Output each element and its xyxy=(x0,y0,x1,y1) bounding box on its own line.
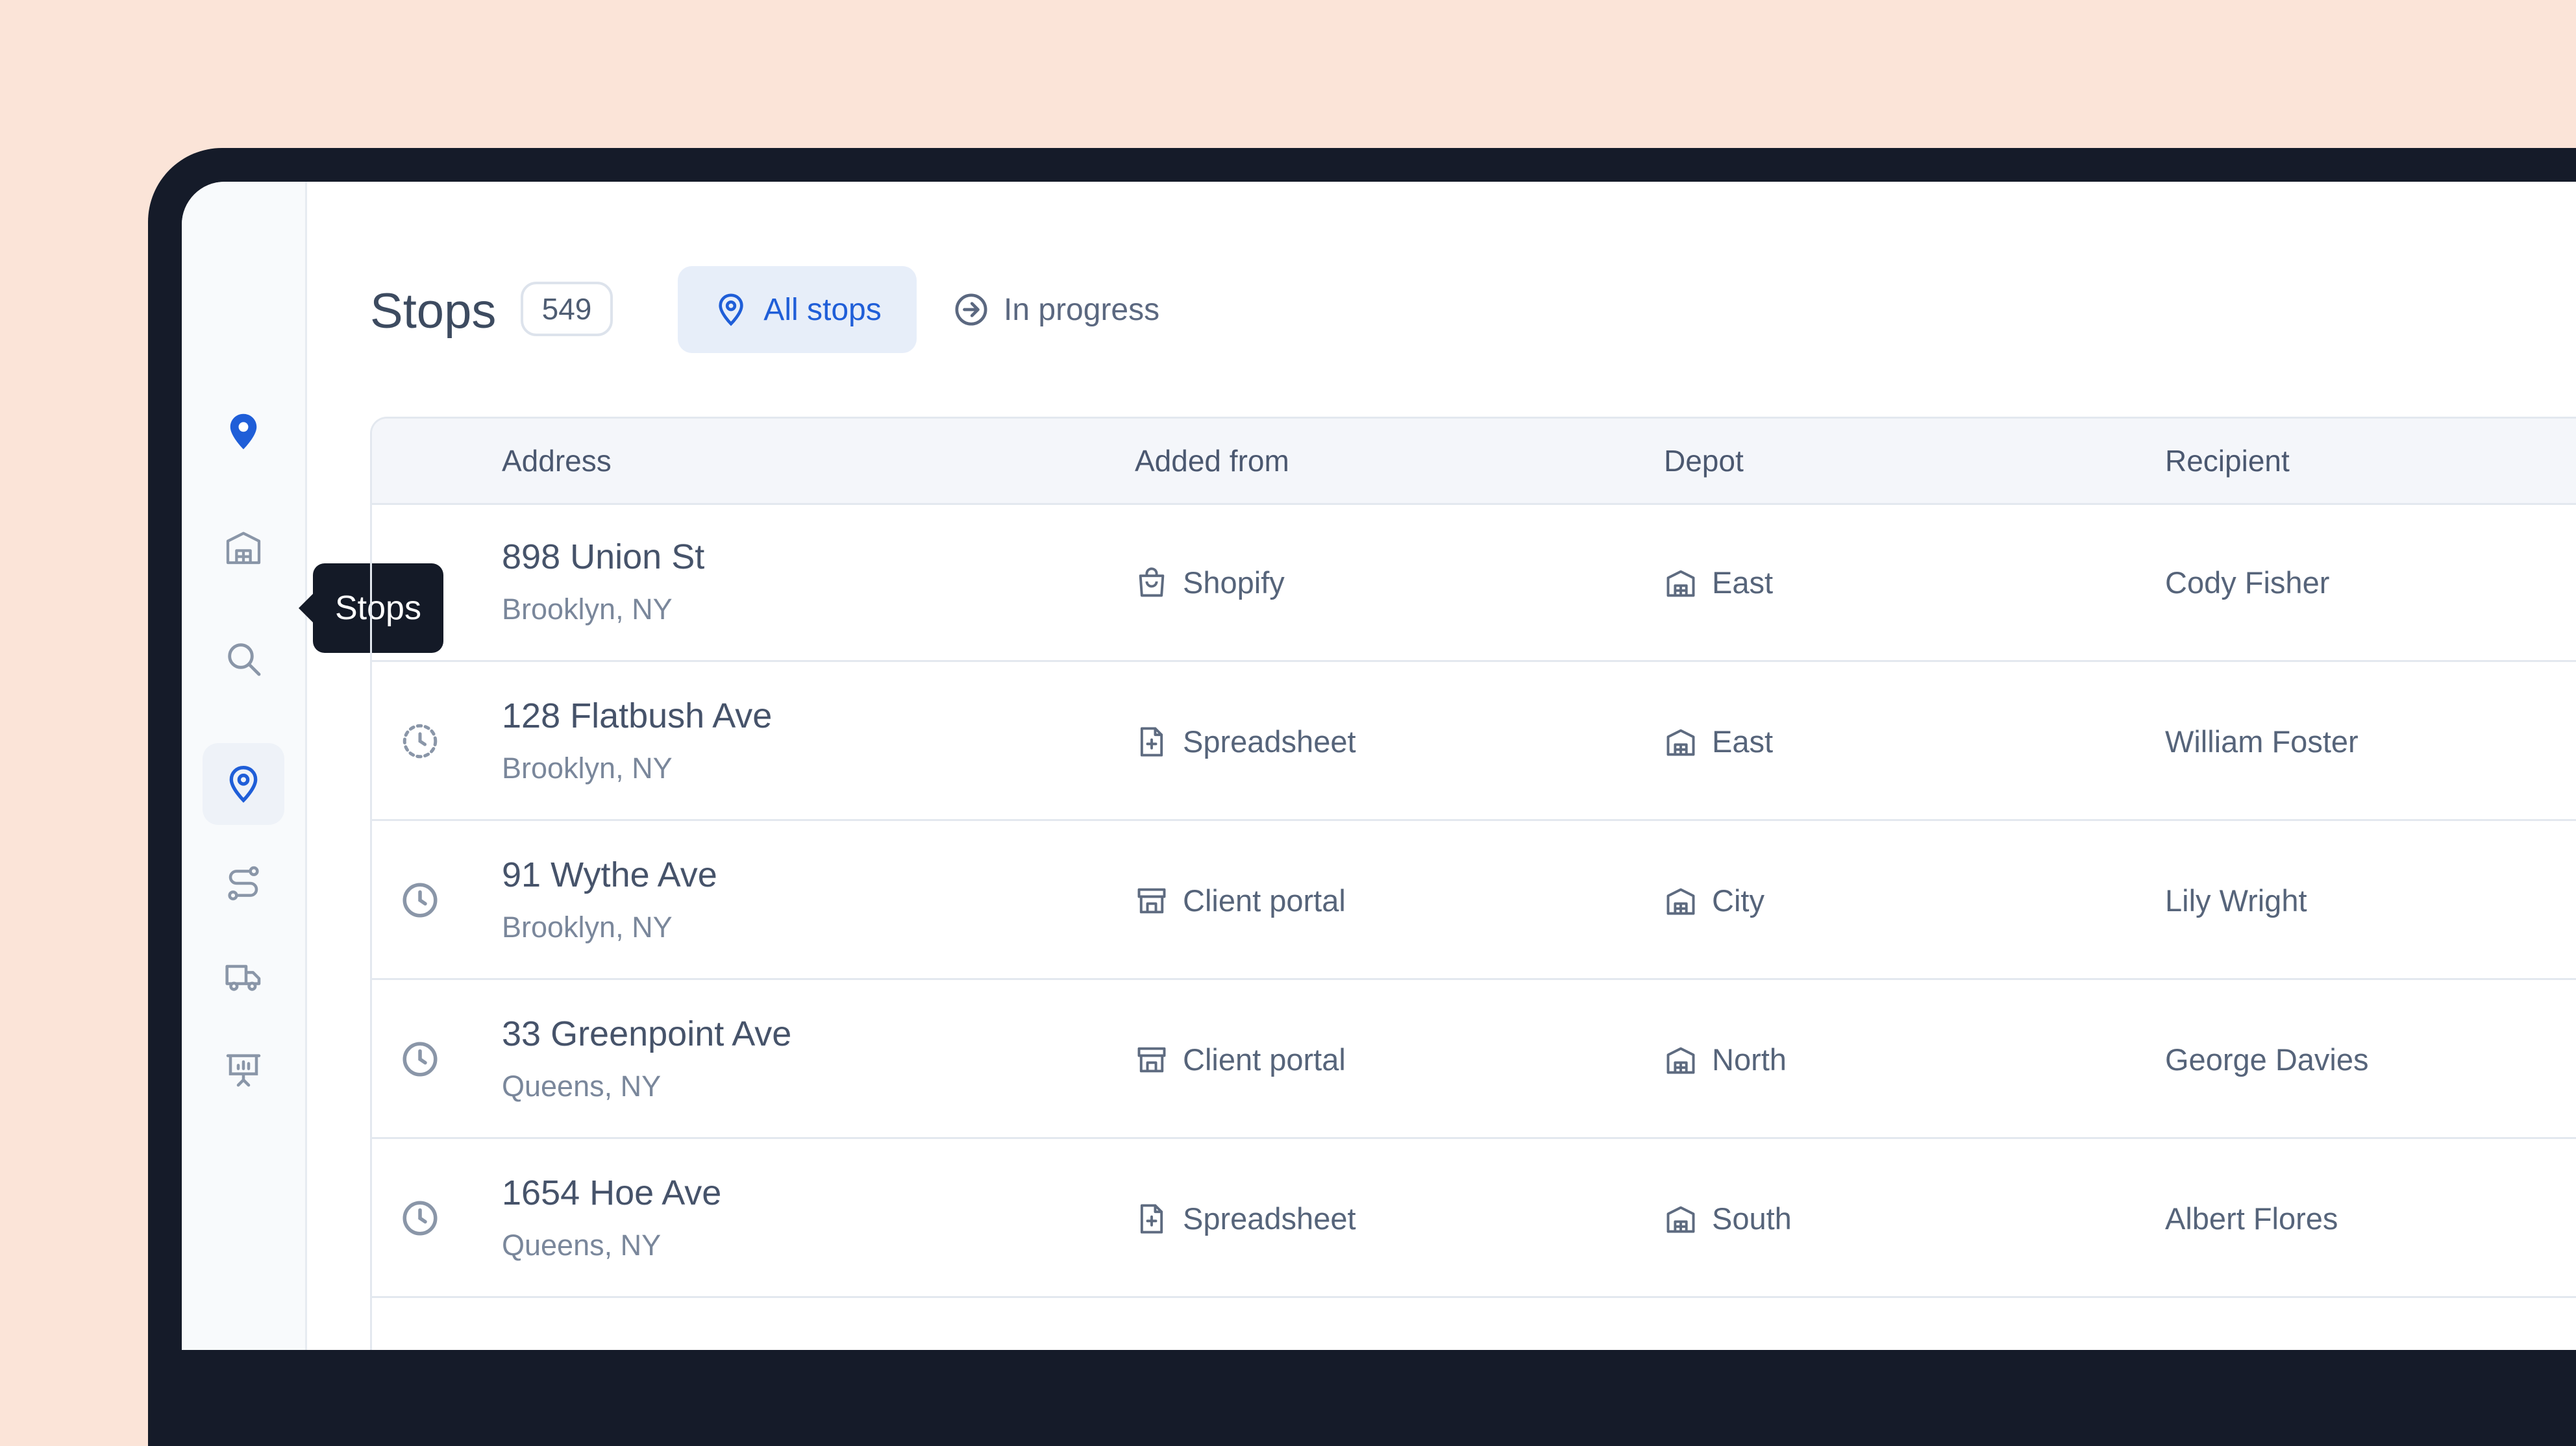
sidebar-item-search[interactable] xyxy=(203,618,284,700)
depot-cell: South xyxy=(1664,1139,1792,1298)
sidebar-item-depots[interactable] xyxy=(203,506,284,588)
warehouse-icon xyxy=(1666,729,1695,755)
added-from-cell: Spreadsheet xyxy=(1135,1139,1356,1298)
stop-city: Brooklyn, NY xyxy=(502,911,673,944)
warehouse-icon xyxy=(1666,1047,1695,1073)
depot-cell: East xyxy=(1664,662,1773,821)
column-header-depot[interactable]: Depot xyxy=(1664,419,1744,503)
depot-label: South xyxy=(1712,1201,1792,1236)
sidebar-item-reports[interactable] xyxy=(203,1029,284,1110)
shopping-bag-icon xyxy=(1139,567,1165,596)
warehouse-icon xyxy=(1666,888,1695,914)
stop-address: 128 Flatbush Ave xyxy=(502,696,773,735)
recipient-cell: Cody Fisher xyxy=(2165,565,2330,600)
logo[interactable] xyxy=(203,391,284,472)
tab-in-progress[interactable]: In progress xyxy=(947,266,1166,353)
recipient-cell: Albert Flores xyxy=(2165,1201,2338,1236)
warehouse-icon xyxy=(1666,570,1695,596)
app-window: Stops Stops 549 All stops In progress Ad… xyxy=(182,182,2576,1350)
warehouse-icon xyxy=(1666,1206,1695,1232)
depot-label: City xyxy=(1712,883,1765,918)
dashed-clock-icon xyxy=(402,724,438,759)
stop-address: 91 Wythe Ave xyxy=(502,855,717,894)
added-from-cell: Client portal xyxy=(1135,980,1346,1139)
added-from-cell: Spreadsheet xyxy=(1135,662,1356,821)
sidebar xyxy=(182,182,307,1350)
depot-label: North xyxy=(1712,1042,1787,1077)
added-from-label: Spreadsheet xyxy=(1183,1201,1356,1236)
stops-count-badge: 549 xyxy=(521,282,613,336)
table-row[interactable] xyxy=(372,1298,2576,1350)
stop-address: 898 Union St xyxy=(502,537,705,576)
depot-label: East xyxy=(1712,565,1774,600)
added-from-label: Shopify xyxy=(1183,565,1285,600)
map-pin-icon xyxy=(230,413,257,450)
warehouse-icon xyxy=(226,532,261,565)
depot-cell: City xyxy=(1664,821,1765,980)
column-header-address[interactable]: Address xyxy=(502,419,612,503)
stop-address: 33 Greenpoint Ave xyxy=(502,1014,792,1053)
added-from-cell: Client portal xyxy=(1135,821,1346,980)
clock-icon xyxy=(402,883,438,918)
added-from-label: Client portal xyxy=(1183,1042,1346,1077)
route-icon xyxy=(228,866,259,901)
column-header-added-from[interactable]: Added from xyxy=(1135,419,1289,503)
map-pin-icon xyxy=(719,293,743,326)
arrow-circle-right-icon xyxy=(955,293,987,326)
stop-city: Queens, NY xyxy=(502,1070,662,1103)
table-row[interactable]: 33 Greenpoint Ave Queens, NY Client port… xyxy=(372,980,2576,1139)
recipient-cell: Lily Wright xyxy=(2165,883,2307,918)
stop-city: Queens, NY xyxy=(502,1229,662,1262)
truck-icon xyxy=(225,964,261,991)
map-pin-icon xyxy=(229,765,258,803)
table-row[interactable]: 1654 Hoe Ave Queens, NY Spreadsheet Sout… xyxy=(372,1139,2576,1298)
recipient-cell: George Davies xyxy=(2165,1042,2369,1077)
table-header: Address Added from Depot Recipient xyxy=(372,419,2576,505)
file-plus-icon xyxy=(1140,1203,1163,1234)
storefront-icon xyxy=(1137,1047,1166,1072)
tab-label: In progress xyxy=(1004,292,1160,327)
clock-icon xyxy=(402,1201,438,1236)
recipient-cell: William Foster xyxy=(2165,724,2359,759)
page-title: Stops xyxy=(370,284,497,339)
added-from-label: Client portal xyxy=(1183,883,1346,918)
depot-cell: East xyxy=(1664,503,1773,662)
table-row[interactable]: 128 Flatbush Ave Brooklyn, NY Spreadshee… xyxy=(372,662,2576,821)
sidebar-item-stops[interactable] xyxy=(203,743,284,825)
stop-city: Brooklyn, NY xyxy=(502,752,673,785)
stops-table: Address Added from Depot Recipient 898 U… xyxy=(370,417,2576,1350)
tab-label: All stops xyxy=(763,292,882,327)
clock-icon xyxy=(402,1042,438,1077)
storefront-icon xyxy=(1137,888,1166,913)
sidebar-item-vehicles[interactable] xyxy=(203,936,284,1018)
search-icon xyxy=(228,643,261,676)
column-header-recipient[interactable]: Recipient xyxy=(2165,419,2290,503)
table-row[interactable]: 91 Wythe Ave Brooklyn, NY Client portal … xyxy=(372,821,2576,980)
sidebar-item-routes[interactable] xyxy=(203,842,284,924)
presentation-chart-icon xyxy=(226,1054,261,1087)
depot-label: East xyxy=(1712,724,1774,759)
added-from-cell: Shopify xyxy=(1135,503,1285,662)
added-from-label: Spreadsheet xyxy=(1183,724,1356,759)
tab-all-stops[interactable]: All stops xyxy=(678,266,917,353)
depot-cell: North xyxy=(1664,980,1787,1139)
stop-address: 1654 Hoe Ave xyxy=(502,1173,722,1212)
stop-city: Brooklyn, NY xyxy=(502,593,673,626)
file-plus-icon xyxy=(1140,726,1163,757)
table-row[interactable]: 898 Union St Brooklyn, NY Shopify East C… xyxy=(372,503,2576,662)
